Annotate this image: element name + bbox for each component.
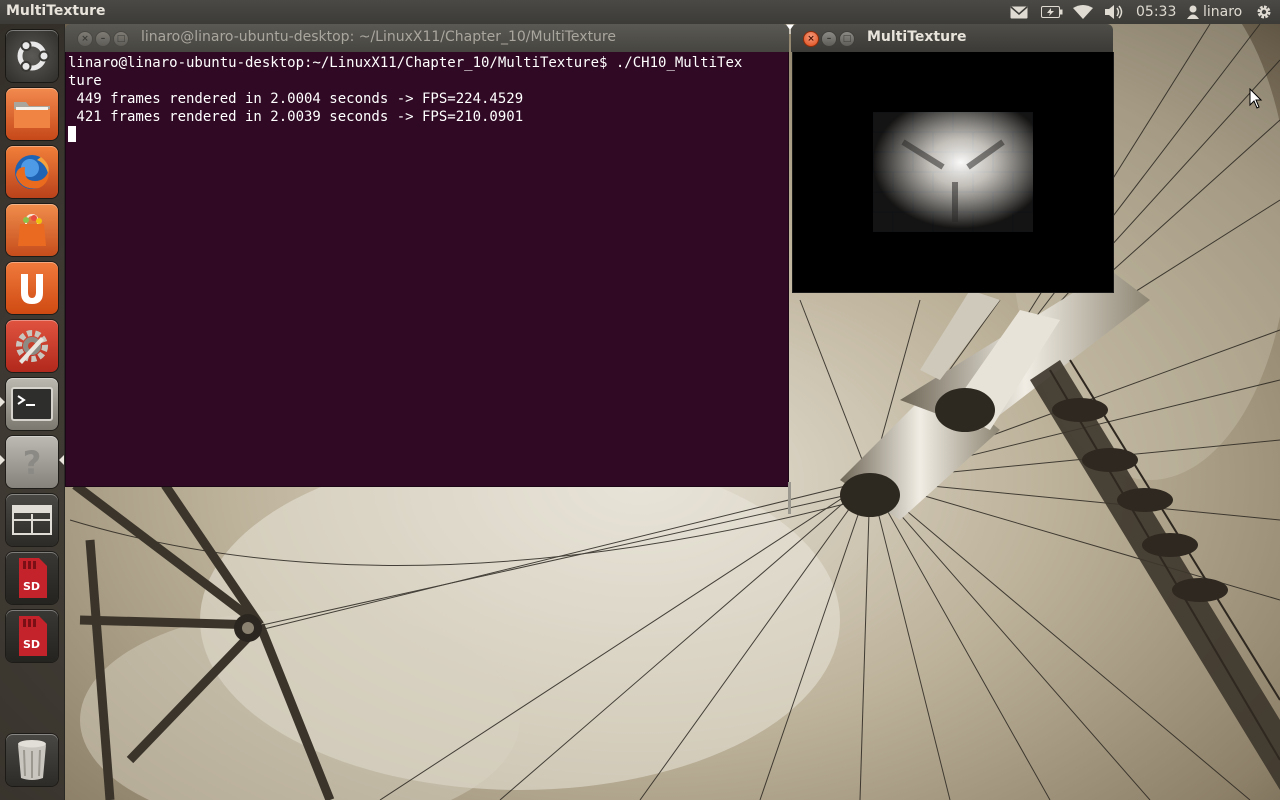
maximize-button[interactable]: □ — [839, 31, 855, 47]
launcher-ubuntu-one[interactable] — [6, 262, 58, 314]
terminal-output[interactable]: linaro@linaro-ubuntu-desktop:~/LinuxX11/… — [65, 52, 791, 514]
clock[interactable]: 05:33 — [1136, 4, 1176, 20]
window-title: MultiTexture — [867, 29, 967, 45]
svg-text:?: ? — [23, 444, 42, 482]
gear-icon[interactable] — [1254, 0, 1274, 24]
terminal-window: × – □ linaro@linaro-ubuntu-desktop: ~/Li… — [65, 24, 791, 514]
close-icon: × — [807, 34, 815, 44]
close-button[interactable]: × — [803, 31, 819, 47]
mail-icon[interactable] — [1008, 0, 1030, 24]
running-indicator — [0, 397, 5, 407]
active-app-title: MultiTexture — [6, 3, 106, 19]
minimize-icon: – — [826, 34, 832, 44]
wifi-icon[interactable] — [1072, 0, 1094, 24]
launcher-software-center[interactable] — [6, 204, 58, 256]
sd-card-icon — [19, 558, 47, 598]
launcher-dash-home[interactable] — [6, 30, 58, 82]
terminal-icon — [11, 387, 53, 421]
multitexture-titlebar[interactable]: × – □ MultiTexture — [791, 24, 1113, 52]
sd-card-icon — [19, 616, 47, 656]
mouse-pointer-icon — [1249, 88, 1263, 109]
gl-render-canvas[interactable] — [792, 52, 1114, 293]
shopping-bag-icon — [18, 213, 46, 246]
top-panel: MultiTexture 05:33 linaro — [0, 0, 1280, 24]
maximize-button[interactable]: □ — [113, 31, 129, 47]
firefox-icon — [15, 155, 50, 189]
minimize-button[interactable]: – — [821, 31, 837, 47]
settings-icon — [16, 330, 48, 364]
text-pointer-icon — [786, 24, 794, 34]
maximize-icon: □ — [116, 34, 126, 44]
battery-icon[interactable] — [1040, 0, 1064, 24]
launcher-workspace-switcher[interactable] — [6, 494, 58, 546]
terminal-line: 449 frames rendered in 2.0004 seconds ->… — [68, 91, 524, 107]
terminal-line: ture — [68, 73, 102, 89]
launcher-help[interactable]: ? — [6, 436, 58, 488]
terminal-line: linaro@linaro-ubuntu-desktop:~/LinuxX11/… — [68, 55, 743, 71]
resize-handle[interactable] — [788, 482, 791, 514]
launcher-system-settings[interactable] — [6, 320, 58, 372]
close-icon: × — [81, 34, 89, 44]
window-title: linaro@linaro-ubuntu-desktop: ~/LinuxX11… — [141, 29, 616, 45]
user-menu-name[interactable]: linaro — [1203, 4, 1242, 20]
launcher-terminal[interactable] — [6, 378, 58, 430]
launcher-sd-card-1[interactable]: SD — [6, 552, 58, 604]
launcher-firefox[interactable] — [6, 146, 58, 198]
user-icon[interactable] — [1186, 0, 1200, 24]
launcher-trash[interactable] — [6, 734, 58, 786]
sd-card-label: SD — [23, 580, 41, 593]
minimize-button[interactable]: – — [95, 31, 111, 47]
close-button[interactable]: × — [77, 31, 93, 47]
trash-icon — [18, 740, 46, 780]
ubuntu-logo-icon — [17, 40, 50, 72]
text-cursor — [68, 126, 76, 142]
launcher-home-folder[interactable] — [6, 88, 58, 140]
terminal-line: 421 frames rendered in 2.0039 seconds ->… — [68, 109, 524, 125]
multitexture-window: × – □ MultiTexture — [791, 24, 1114, 293]
running-indicator — [0, 455, 5, 465]
active-indicator — [59, 455, 64, 465]
folder-icon — [14, 102, 50, 128]
sd-card-label: SD — [23, 638, 41, 651]
ubuntu-one-icon — [21, 274, 43, 304]
workspaces-icon — [12, 505, 52, 535]
launcher-sd-card-2[interactable]: SD — [6, 610, 58, 662]
maximize-icon: □ — [842, 34, 852, 44]
launcher: ? SD SD — [0, 24, 65, 800]
help-icon: ? — [23, 444, 42, 482]
terminal-titlebar[interactable]: × – □ linaro@linaro-ubuntu-desktop: ~/Li… — [65, 24, 789, 52]
volume-icon[interactable] — [1104, 0, 1126, 24]
minimize-icon: – — [100, 34, 106, 44]
multitexture-quad — [873, 112, 1033, 232]
